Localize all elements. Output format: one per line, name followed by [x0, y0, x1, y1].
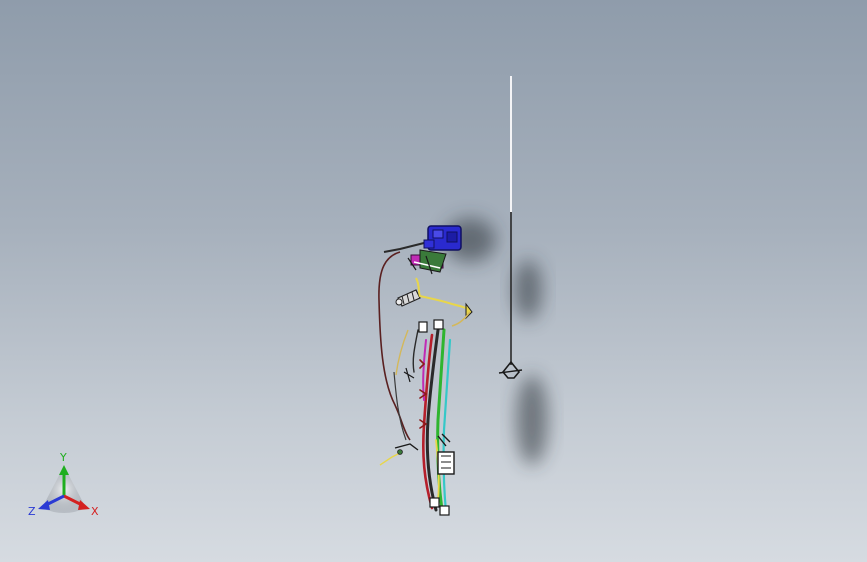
- graphics-viewport[interactable]: Y X Z: [0, 0, 867, 562]
- model-shadow: [444, 218, 548, 465]
- model-view[interactable]: [0, 0, 867, 562]
- antenna-mast[interactable]: [498, 76, 523, 379]
- axis-x-label: X: [91, 505, 99, 518]
- connector-block[interactable]: [407, 225, 462, 275]
- axis-y-label: Y: [59, 451, 67, 464]
- orientation-triad[interactable]: Y X Z: [22, 448, 106, 524]
- axis-z-label: Z: [28, 505, 36, 518]
- cylinder-connector[interactable]: [395, 289, 421, 307]
- wire-harness-trunk[interactable]: [412, 328, 452, 514]
